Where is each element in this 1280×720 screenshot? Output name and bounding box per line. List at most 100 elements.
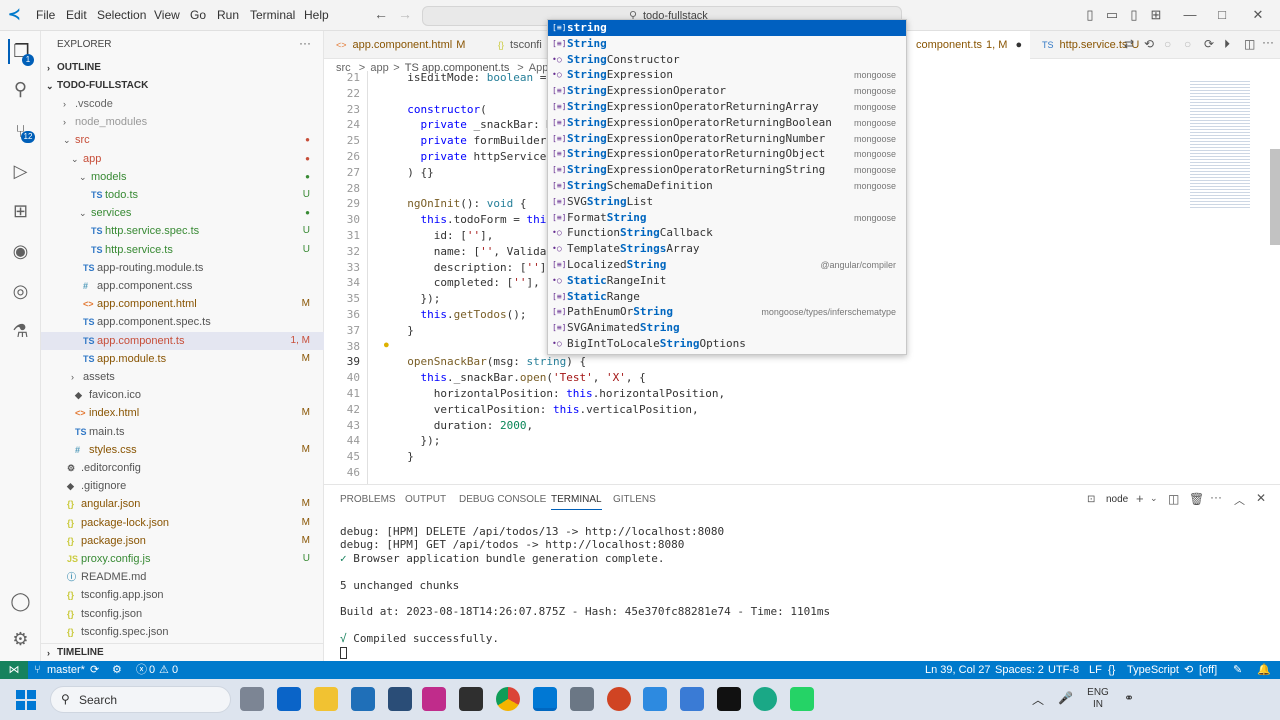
code-line[interactable]: ) {} bbox=[394, 166, 434, 179]
netflix-icon[interactable] bbox=[717, 687, 741, 711]
close-panel-icon[interactable]: ✕ bbox=[1256, 491, 1266, 505]
store-icon[interactable] bbox=[643, 687, 667, 711]
close-icon[interactable]: ✕ bbox=[1250, 7, 1266, 23]
cursor-position[interactable]: Ln 39, Col 27 bbox=[925, 661, 990, 679]
sync-icon[interactable]: ⟳ bbox=[90, 661, 99, 679]
suggestion-item[interactable]: •○ BigIntToLocaleStringOptions bbox=[548, 336, 900, 352]
code-line[interactable]: description: [''], bbox=[394, 261, 553, 274]
folder-item[interactable]: › node_modules bbox=[41, 113, 324, 131]
terminal-app-icon[interactable] bbox=[459, 687, 483, 711]
suggestion-item[interactable]: •○ StringExpression mongoose bbox=[548, 67, 900, 83]
search-icon[interactable]: ⚲ bbox=[8, 77, 33, 102]
suggestion-item[interactable]: [≡] SVGAnimatedString bbox=[548, 320, 900, 336]
vpn-app-icon[interactable] bbox=[388, 687, 412, 711]
suggestion-item[interactable]: [≡] string bbox=[548, 20, 906, 36]
code-line[interactable]: this.todoForm = this.f bbox=[394, 213, 567, 226]
code-line[interactable]: constructor( bbox=[394, 103, 486, 116]
indentation[interactable]: Spaces: 2 bbox=[995, 661, 1044, 679]
code-line[interactable]: verticalPosition: this.verticalPosition, bbox=[394, 403, 699, 416]
suggestion-item[interactable]: •○ TemplateStringsArray bbox=[548, 241, 900, 257]
language-mode[interactable]: TypeScript bbox=[1127, 661, 1179, 679]
editor-tab[interactable]: component.ts 1, M ● bbox=[904, 31, 1030, 59]
tray-chevron-icon[interactable]: ︿ bbox=[1032, 691, 1044, 708]
whatsapp-icon[interactable] bbox=[790, 687, 814, 711]
menu-run[interactable]: Run bbox=[217, 8, 239, 22]
menu-file[interactable]: File bbox=[36, 8, 55, 22]
run-debug-icon[interactable]: ▷ bbox=[8, 159, 33, 184]
remote-explorer-icon[interactable]: ◎ bbox=[8, 279, 33, 304]
folder-item[interactable]: ⌄ services ● bbox=[41, 204, 324, 222]
code-line[interactable]: }); bbox=[394, 292, 440, 305]
file-item[interactable]: ◆ favicon.ico bbox=[41, 386, 324, 404]
toggle-sidebar-icon[interactable]: ▯ bbox=[1082, 7, 1098, 23]
code-line[interactable]: }); bbox=[394, 434, 440, 447]
timeline-back-icon[interactable]: ⟲ bbox=[1144, 37, 1154, 51]
code-line[interactable]: private formBuilder: F bbox=[394, 134, 567, 147]
remote-indicator[interactable]: ⋈ bbox=[0, 661, 28, 679]
panel-tab-gitlens[interactable]: GITLENS bbox=[613, 494, 656, 505]
terminal-dropdown-icon[interactable]: ⌄ bbox=[1150, 493, 1158, 504]
code-line[interactable]: private _snackBar: Mat bbox=[394, 118, 567, 131]
file-item[interactable]: TS app.module.ts M bbox=[41, 350, 324, 368]
circle-outline-icon[interactable]: ○ bbox=[1184, 37, 1191, 51]
edge-icon[interactable] bbox=[753, 687, 777, 711]
file-item[interactable]: # app.component.css bbox=[41, 277, 324, 295]
play-icon[interactable]: ⏵ bbox=[1224, 37, 1230, 52]
menu-help[interactable]: Help bbox=[304, 8, 329, 22]
file-item[interactable]: # styles.css M bbox=[41, 441, 324, 459]
suggestion-item[interactable]: [≡] PathEnumOrString mongoose/types/infers… bbox=[548, 304, 900, 320]
suggestion-item[interactable]: [≡] StringExpressionOperatorReturningNumb… bbox=[548, 131, 900, 147]
code-line[interactable]: id: [''], bbox=[394, 229, 494, 242]
intellij-icon[interactable] bbox=[422, 687, 446, 711]
lightbulb-icon[interactable]: ● bbox=[383, 339, 390, 351]
file-item[interactable]: TS main.ts bbox=[41, 423, 324, 441]
code-line[interactable]: this.getTodos(); bbox=[394, 308, 527, 321]
feedback-icon[interactable]: ✎ bbox=[1233, 661, 1242, 679]
terminal-shell-label[interactable]: node bbox=[1106, 494, 1128, 505]
error-count[interactable]: 0 bbox=[149, 661, 155, 679]
customize-layout-icon[interactable]: ⊞ bbox=[1148, 7, 1164, 23]
close-tab-icon[interactable]: ● bbox=[1015, 39, 1022, 51]
editor-tab[interactable]: {} tsconfi bbox=[486, 31, 548, 59]
code-line[interactable]: isEditMode: boolean = fa bbox=[394, 71, 566, 84]
vscode-taskbar-icon[interactable] bbox=[533, 687, 557, 711]
maximize-panel-icon[interactable]: ︿ bbox=[1234, 492, 1245, 508]
panel-tab-problems[interactable]: PROBLEMS bbox=[340, 494, 396, 505]
snipping-tool-icon[interactable] bbox=[351, 687, 375, 711]
menu-view[interactable]: View bbox=[154, 8, 180, 22]
code-line[interactable]: this._snackBar.open('Test', 'X', { bbox=[394, 371, 646, 384]
file-item[interactable]: ⚙ .editorconfig bbox=[41, 459, 324, 477]
outlook-icon[interactable] bbox=[277, 687, 301, 711]
suggestion-item[interactable]: •○ FunctionStringCallback bbox=[548, 225, 900, 241]
outline-section[interactable]: › OUTLINE bbox=[41, 59, 324, 77]
minimize-icon[interactable]: — bbox=[1182, 7, 1198, 23]
file-item[interactable]: {} package.json M bbox=[41, 532, 324, 550]
split-editor-icon[interactable]: ◫ bbox=[1244, 37, 1255, 51]
trash-icon[interactable]: 🗑 bbox=[1189, 492, 1204, 506]
suggestion-item[interactable]: •○ StaticRangeInit bbox=[548, 273, 900, 289]
code-line[interactable]: ngOnInit(): void { bbox=[394, 197, 526, 210]
accounts-icon[interactable]: ◯ bbox=[8, 589, 33, 614]
panel-tab-terminal[interactable]: TERMINAL bbox=[551, 494, 602, 510]
file-item[interactable]: TS todo.ts U bbox=[41, 186, 324, 204]
microphone-icon[interactable]: 🎤 bbox=[1058, 691, 1073, 705]
chrome-icon[interactable] bbox=[496, 687, 520, 711]
windows-start-icon[interactable] bbox=[16, 690, 36, 710]
forward-icon[interactable]: ⟳ bbox=[1204, 37, 1214, 51]
file-item[interactable]: TS app.component.ts 1, M bbox=[41, 331, 324, 350]
file-item[interactable]: TS app-routing.module.ts bbox=[41, 259, 324, 277]
suggestion-item[interactable]: [≡] StringExpressionOperatorReturningBool… bbox=[548, 115, 900, 131]
file-item[interactable]: {} package-lock.json M bbox=[41, 514, 324, 532]
taskbar-search[interactable]: ⚲ Search bbox=[50, 686, 231, 713]
code-line[interactable]: openSnackBar(msg: string) { bbox=[394, 355, 586, 368]
task-view-icon[interactable] bbox=[240, 687, 264, 711]
back-arrow-icon[interactable]: ← bbox=[374, 6, 388, 22]
file-item[interactable]: <> index.html M bbox=[41, 404, 324, 422]
folder-item[interactable]: ⌄ models ● bbox=[41, 168, 324, 186]
encoding[interactable]: UTF-8 bbox=[1048, 661, 1079, 679]
code-line[interactable]: duration: 2000, bbox=[394, 419, 533, 432]
file-item[interactable]: TS app.component.spec.ts bbox=[41, 313, 324, 331]
suggestion-item[interactable]: [≡] LocalizedString @angular/compiler bbox=[548, 257, 900, 273]
code-line[interactable]: private httpService: H bbox=[394, 150, 567, 163]
scrollbar[interactable] bbox=[1270, 149, 1280, 245]
